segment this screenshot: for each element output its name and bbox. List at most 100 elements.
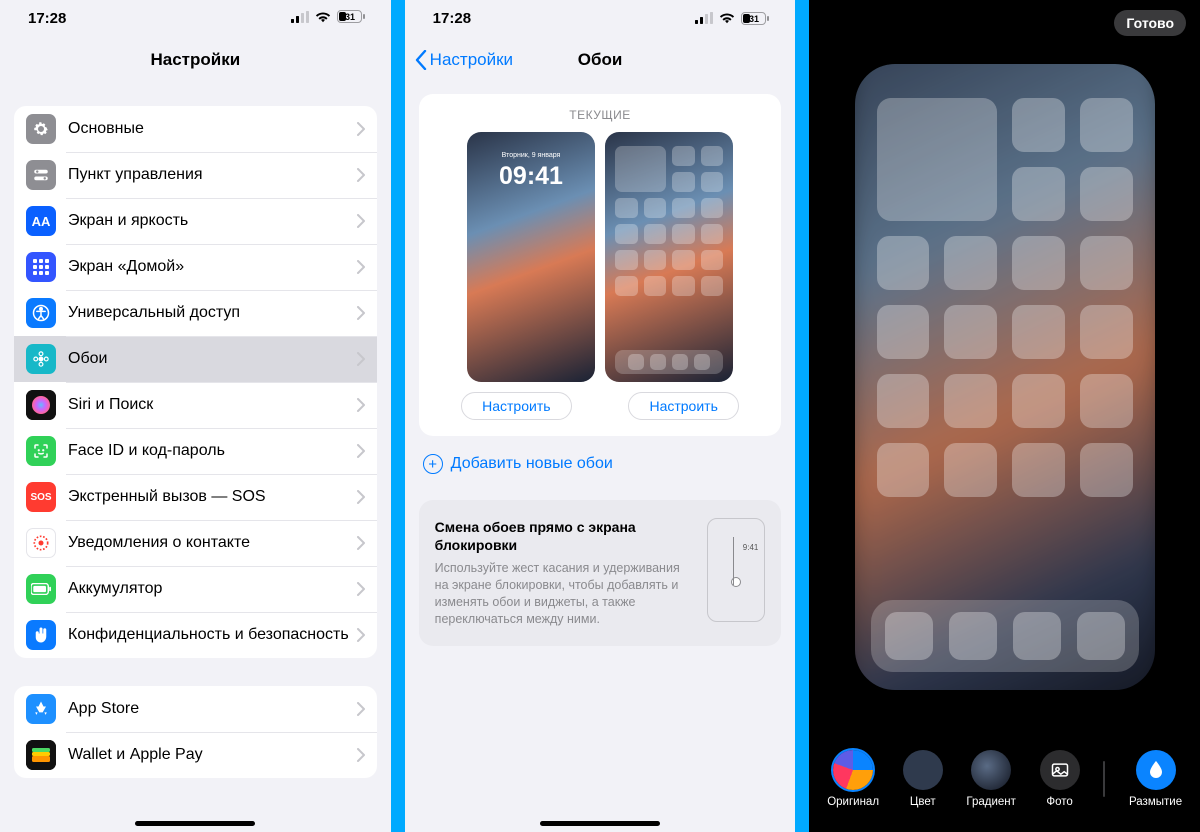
SOS-icon: SOS [26,482,56,512]
face-icon [26,436,56,466]
settings-row[interactable]: Экран «Домой» [14,244,377,290]
settings-row[interactable]: Пункт управления [14,152,377,198]
current-wallpaper-card: ТЕКУЩИЕ Вторник, 9 января 09:41 [419,94,782,436]
homescreen-preview[interactable] [605,132,733,382]
settings-row[interactable]: Уведомления о контакте [14,520,377,566]
color-icon [903,750,943,790]
add-wallpaper-label: Добавить новые обои [451,455,613,473]
wallet-icon [26,740,56,770]
svg-text:31: 31 [749,14,759,24]
status-icons: 31 [695,12,769,25]
lockscreen-tip-card: Смена обоев прямо с экрана блокировки Ис… [419,500,782,646]
chevron-right-icon [357,168,365,182]
home-widget [615,146,666,192]
settings-row[interactable]: Аккумулятор [14,566,377,612]
hand-icon [26,620,56,650]
settings-row-label: Аккумулятор [68,580,162,598]
wifi-icon [315,10,331,27]
original-icon [833,750,873,790]
home-widget [877,98,998,221]
home-icon-grid [615,146,723,346]
settings-row-label: Основные [68,120,144,138]
option-photo[interactable]: Фото [1040,750,1080,808]
gradient-icon [971,750,1011,790]
done-button[interactable]: Готово [1114,10,1186,36]
customize-lockscreen-button[interactable]: Настроить [461,392,571,420]
option-blur[interactable]: Размытие [1129,750,1182,808]
current-heading: ТЕКУЩИЕ [433,108,768,122]
status-bar: 17:28 31 [405,0,796,36]
appstore-icon [26,694,56,724]
settings-row[interactable]: Конфиденциальность и безопасность [14,612,377,658]
settings-row[interactable]: AAЭкран и яркость [14,198,377,244]
plus-circle-icon: + [423,454,443,474]
settings-row[interactable]: Wallet и Apple Pay [14,732,377,778]
settings-group-apps: App Store Wallet и Apple Pay [14,686,377,778]
status-time: 17:28 [433,10,471,27]
tip-mini-illustration: 9:41 [707,518,765,622]
home-dock [615,350,723,374]
chevron-right-icon [357,306,365,320]
tip-title: Смена обоев прямо с экрана блокировки [435,518,694,554]
signal-icon [695,12,713,24]
settings-row-label: Конфиденциальность и безопасность [68,626,349,644]
chevron-right-icon [357,398,365,412]
page-title: Настройки [150,50,240,70]
status-icons: 31 [291,10,365,27]
settings-root-screen: 17:28 31 Настройки Основные Пункт управле… [0,0,391,832]
home-indicator[interactable] [135,821,255,826]
wallpaper-settings-screen: 17:28 31 Настройки Обои ТЕКУЩИЕ Вторник,… [405,0,796,832]
chevron-right-icon [357,702,365,716]
settings-row-label: Обои [68,350,107,368]
settings-row[interactable]: Основные [14,106,377,152]
chevron-right-icon [357,748,365,762]
chevron-right-icon [357,582,365,596]
settings-row[interactable]: App Store [14,686,377,732]
status-bar: 17:28 31 [0,0,391,36]
back-button[interactable]: Настройки [415,36,513,84]
AA-icon: AA [26,206,56,236]
settings-row[interactable]: Siri и Поиск [14,382,377,428]
settings-row-label: Экран «Домой» [68,258,184,276]
battery-icon [26,574,56,604]
gear-icon [26,114,56,144]
settings-row[interactable]: Универсальный доступ [14,290,377,336]
wallpaper-editor-screen: Готово Оригинал Цвет Градиент [809,0,1200,832]
homescreen-large-preview[interactable] [855,64,1155,690]
chevron-right-icon [357,490,365,504]
option-color[interactable]: Цвет [903,750,943,808]
chevron-right-icon [357,352,365,366]
battery-icon: 31 [741,12,769,25]
separator [1103,761,1105,797]
settings-row-label: App Store [68,700,139,718]
settings-row[interactable]: SOS Экстренный вызов — SOS [14,474,377,520]
settings-scroll[interactable]: Основные Пункт управления AAЭкран и яркост… [0,84,391,832]
lock-date: Вторник, 9 января [467,152,595,159]
option-original[interactable]: Оригинал [827,750,879,808]
flower-icon [26,344,56,374]
settings-row[interactable]: Обои [14,336,377,382]
switches-icon [26,160,56,190]
page-title: Обои [578,50,623,70]
settings-row-label: Пункт управления [68,166,203,184]
lockscreen-preview[interactable]: Вторник, 9 января 09:41 [467,132,595,382]
wallpaper-pair: Вторник, 9 января 09:41 [433,132,768,382]
svg-text:31: 31 [345,12,355,22]
back-label: Настройки [430,50,513,70]
icon-grid [877,98,1133,590]
signal-icon [291,10,309,27]
customize-homescreen-button[interactable]: Настроить [628,392,738,420]
home-indicator[interactable] [540,821,660,826]
settings-row-label: Экстренный вызов — SOS [68,488,266,506]
home-dock [871,600,1139,672]
settings-group-main: Основные Пункт управления AAЭкран и яркост… [14,106,377,658]
chevron-right-icon [357,214,365,228]
chevron-right-icon [357,122,365,136]
settings-row[interactable]: Face ID и код-пароль [14,428,377,474]
add-wallpaper-button[interactable]: + Добавить новые обои [423,454,778,474]
option-gradient[interactable]: Градиент [966,750,1016,808]
settings-row-label: Уведомления о контакте [68,534,250,552]
settings-row-label: Siri и Поиск [68,396,153,414]
contact-icon [26,528,56,558]
settings-row-label: Wallet и Apple Pay [68,746,203,764]
